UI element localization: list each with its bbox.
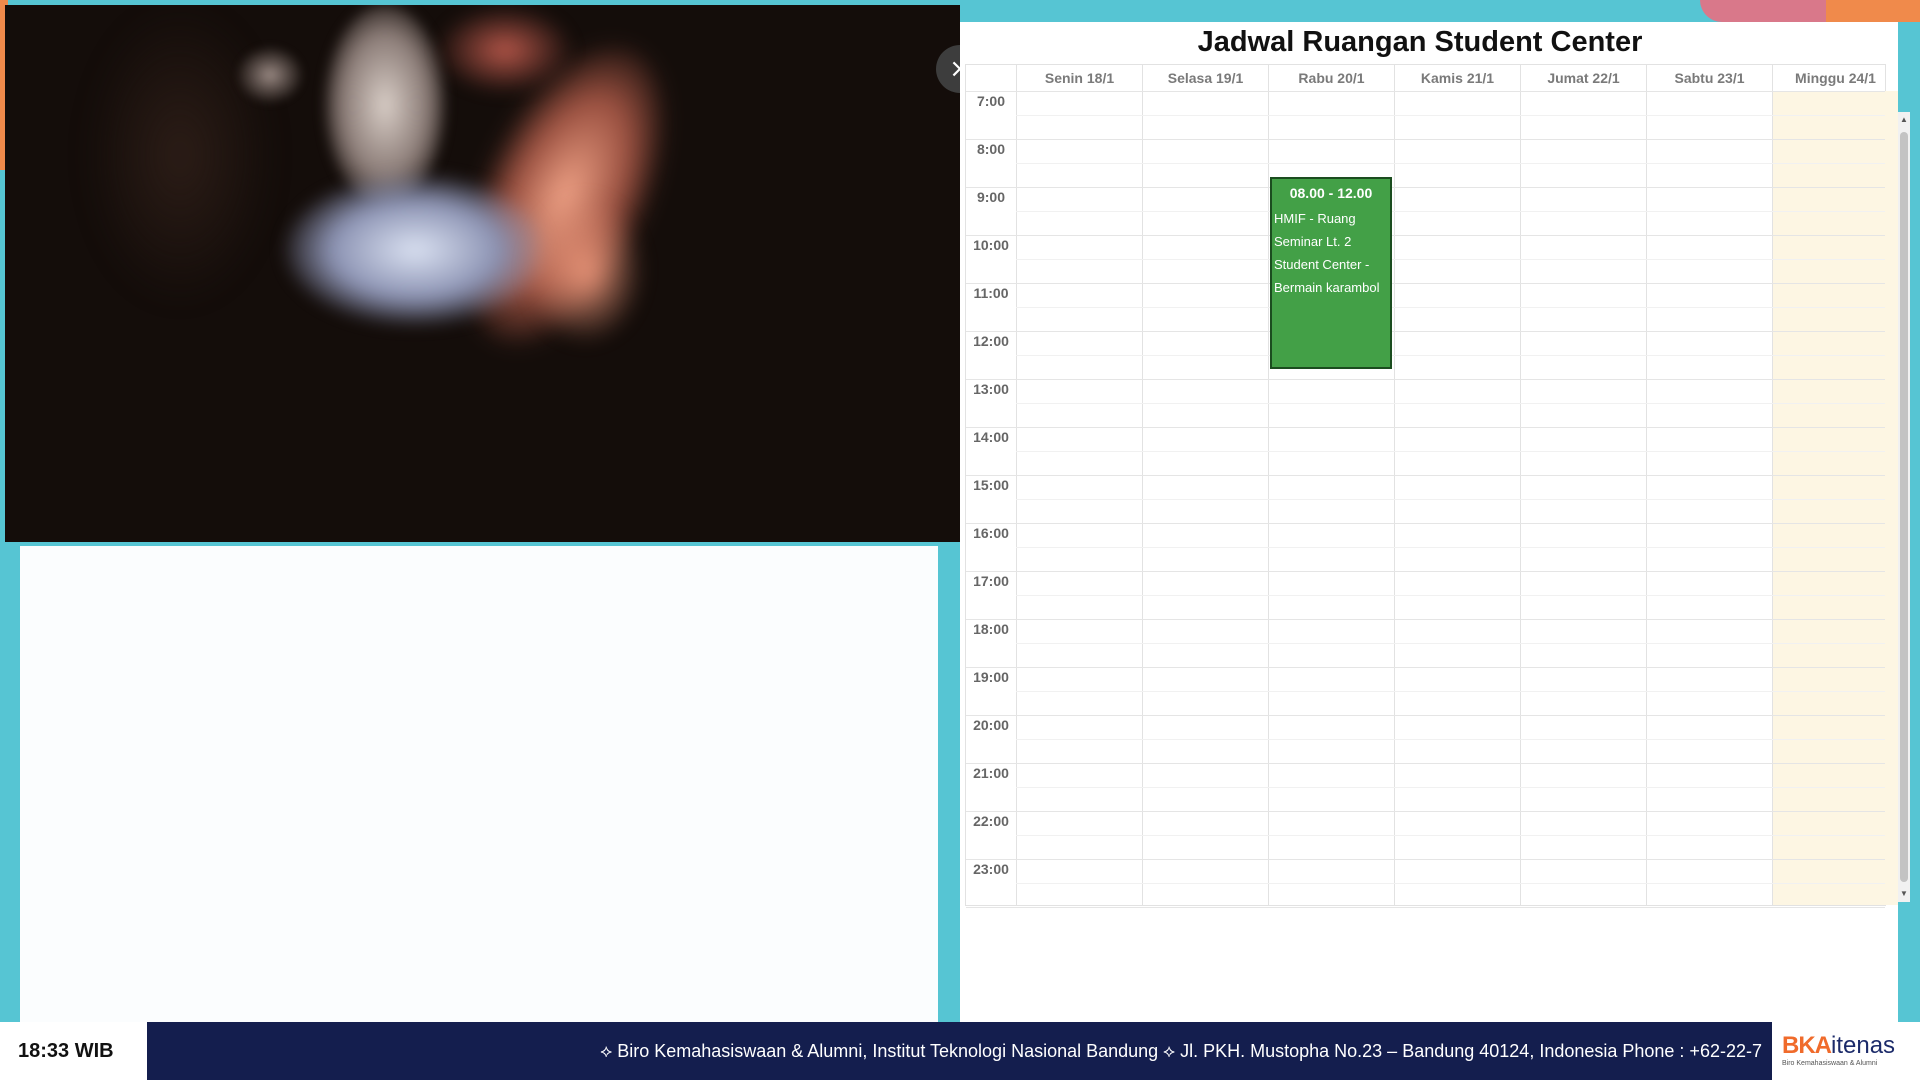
- bka-itenas-logo: BKAitenas Biro Kemahasiswaan & Alumni: [1772, 1022, 1920, 1080]
- hour-line: [966, 859, 1885, 860]
- calendar-scrollbar[interactable]: ▲ ▼: [1898, 112, 1910, 902]
- hour-line: [966, 139, 1885, 140]
- highlighted-day-column: [1772, 91, 1898, 905]
- hour-line: [966, 619, 1885, 620]
- logo-bka-text: BKA: [1782, 1032, 1832, 1059]
- day-header: Minggu 24/1: [1772, 65, 1898, 91]
- hour-line: [966, 379, 1885, 380]
- footer-bar: 18:33 WIB ⟡ Biro Kemahasiswaan & Alumni,…: [0, 1022, 1920, 1080]
- half-hour-line: [1016, 835, 1885, 836]
- day-header: Jumat 22/1: [1520, 65, 1646, 91]
- column-divider: [1016, 91, 1017, 905]
- scroll-up-icon[interactable]: ▲: [1898, 114, 1910, 126]
- video-player[interactable]: [5, 5, 960, 542]
- hour-line: [966, 907, 1885, 908]
- hour-label: 18:00: [973, 621, 1009, 637]
- scrollbar-thumb[interactable]: [1900, 132, 1908, 882]
- hour-label: 8:00: [976, 141, 1006, 157]
- half-hour-line: [1016, 691, 1885, 692]
- hour-line: [966, 667, 1885, 668]
- half-hour-line: [1016, 451, 1885, 452]
- logo-itenas-text: itenas: [1831, 1032, 1896, 1059]
- video-object-shape: [285, 175, 545, 325]
- day-header: Rabu 20/1: [1268, 65, 1394, 91]
- hour-line: [966, 235, 1885, 236]
- schedule-panel: Jadwal Ruangan Student Center Senin 18/1…: [960, 22, 1910, 1022]
- hour-line: [966, 763, 1885, 764]
- hour-line: [966, 523, 1885, 524]
- video-highlight: [235, 45, 305, 105]
- event-description: HMIF - Ruang Seminar Lt. 2 Student Cente…: [1274, 211, 1380, 296]
- half-hour-line: [1016, 643, 1885, 644]
- content-panel: [20, 546, 938, 1022]
- event-time: 08.00 - 12.00: [1289, 185, 1373, 202]
- schedule-title: Jadwal Ruangan Student Center: [1197, 26, 1643, 58]
- day-header: Kamis 21/1: [1394, 65, 1520, 91]
- column-divider: [1394, 91, 1395, 905]
- logo-subtitle: Biro Kemahasiswaan & Alumni: [1782, 1060, 1878, 1067]
- hour-line: [966, 283, 1885, 284]
- hour-label: 17:00: [973, 573, 1009, 589]
- half-hour-line: [1016, 211, 1885, 212]
- column-divider: [1268, 91, 1269, 905]
- video-finger-shape: [525, 195, 645, 345]
- hour-label: 7:00: [976, 93, 1006, 109]
- hour-label: 12:00: [973, 333, 1009, 349]
- hour-label: 15:00: [973, 477, 1009, 493]
- half-hour-line: [1016, 595, 1885, 596]
- calendar-grid: Senin 18/1 Selasa 19/1 Rabu 20/1 Kamis 21/1…: [965, 64, 1898, 908]
- column-divider: [1520, 91, 1521, 905]
- hour-label: 21:00: [973, 765, 1009, 781]
- hour-line: [966, 427, 1885, 428]
- half-hour-line: [1016, 739, 1885, 740]
- half-hour-line: [1016, 403, 1885, 404]
- half-hour-line: [1016, 883, 1885, 884]
- hour-line: [966, 811, 1885, 812]
- clock-display: 18:33 WIB: [0, 1022, 147, 1080]
- hour-label: 19:00: [973, 669, 1009, 685]
- hour-label: 13:00: [973, 381, 1009, 397]
- half-hour-line: [1016, 547, 1885, 548]
- hour-line: [966, 187, 1885, 188]
- hour-label: 20:00: [973, 717, 1009, 733]
- hour-line: [966, 331, 1885, 332]
- hour-line: [966, 715, 1885, 716]
- day-header: Senin 18/1: [1016, 65, 1142, 91]
- column-divider: [1142, 91, 1143, 905]
- column-divider: [1772, 91, 1773, 905]
- scroll-down-icon[interactable]: ▼: [1898, 888, 1910, 900]
- hour-label: 23:00: [973, 861, 1009, 877]
- header-divider: [966, 91, 1885, 92]
- hour-label: 16:00: [973, 525, 1009, 541]
- pink-accent: [1700, 0, 1830, 22]
- half-hour-line: [1016, 163, 1885, 164]
- hour-line: [966, 475, 1885, 476]
- right-orange-accent: [1826, 0, 1920, 22]
- column-divider: [1646, 91, 1647, 905]
- video-shadow: [85, 5, 275, 305]
- half-hour-line: [1016, 787, 1885, 788]
- hour-label: 11:00: [973, 285, 1009, 301]
- hour-label: 14:00: [973, 429, 1009, 445]
- half-hour-line: [1016, 355, 1885, 356]
- top-accent-strip: [0, 0, 1920, 4]
- day-header: Selasa 19/1: [1142, 65, 1268, 91]
- hour-label: 22:00: [973, 813, 1009, 829]
- half-hour-line: [1016, 115, 1885, 116]
- hour-label: 9:00: [976, 189, 1006, 205]
- half-hour-line: [1016, 259, 1885, 260]
- ticker-text: ⟡ Biro Kemahasiswaan & Alumni, Institut …: [600, 1041, 1762, 1061]
- half-hour-line: [1016, 307, 1885, 308]
- half-hour-line: [1016, 499, 1885, 500]
- calendar-event[interactable]: 08.00 - 12.00 HMIF - Ruang Seminar Lt. 2 …: [1270, 177, 1392, 370]
- hour-label: 10:00: [973, 237, 1009, 253]
- day-header: Sabtu 23/1: [1646, 65, 1772, 91]
- hour-line: [966, 571, 1885, 572]
- news-ticker: ⟡ Biro Kemahasiswaan & Alumni, Institut …: [147, 1022, 1772, 1080]
